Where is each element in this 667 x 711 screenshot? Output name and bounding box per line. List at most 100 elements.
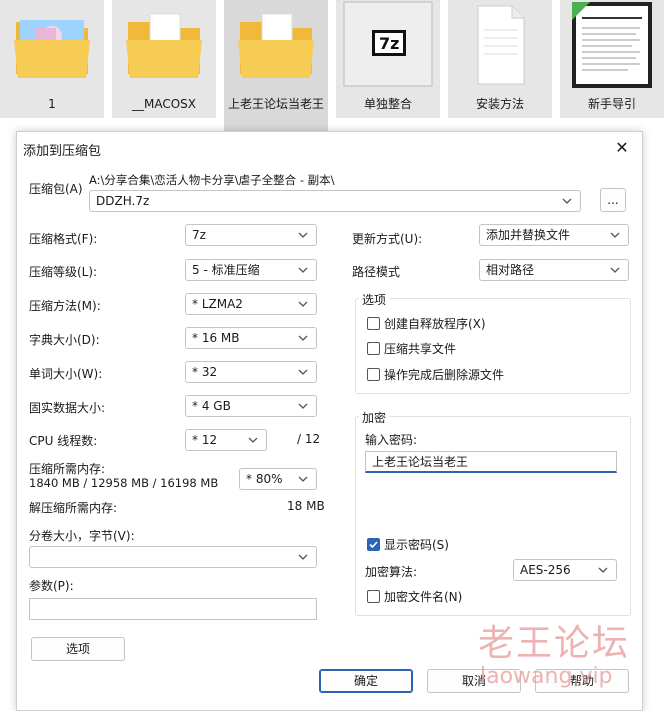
options-button[interactable]: 选项 xyxy=(31,637,125,661)
password-label: 输入密码: xyxy=(365,433,418,447)
chevron-down-icon xyxy=(298,396,310,416)
chevron-down-icon xyxy=(248,430,260,450)
folder-icon xyxy=(238,13,314,78)
level-combo[interactable]: 5 - 标准压缩 xyxy=(185,259,317,281)
shared-checkbox[interactable] xyxy=(367,342,380,355)
threads-label: CPU 线程数: xyxy=(29,434,98,448)
threads-max: / 12 xyxy=(297,432,321,446)
explorer-item-1[interactable]: 1 xyxy=(0,0,104,118)
chevron-down-icon xyxy=(298,469,310,489)
encrypt-names-checkbox[interactable] xyxy=(367,590,380,603)
archive-path: A:\分享合集\恋活人物卡分享\虐子全整合 - 副本\ xyxy=(89,173,335,187)
archive-label: 压缩包(A) xyxy=(29,182,83,196)
chevron-down-icon xyxy=(298,225,310,245)
word-label: 单词大小(W): xyxy=(29,367,103,381)
close-icon[interactable]: ✕ xyxy=(612,138,632,158)
update-value: 添加并替换文件 xyxy=(486,228,571,242)
pathmode-combo[interactable]: 相对路径 xyxy=(479,259,629,281)
pathmode-value: 相对路径 xyxy=(486,263,535,277)
chevron-down-icon xyxy=(298,547,310,567)
shared-label: 压缩共享文件 xyxy=(384,342,457,356)
threads-value: * 12 xyxy=(192,433,218,447)
params-label: 参数(P): xyxy=(29,579,74,593)
solid-combo[interactable]: * 4 GB xyxy=(185,395,317,417)
level-value: 5 - 标准压缩 xyxy=(192,263,260,277)
mem-values: 1840 MB / 12958 MB / 16198 MB xyxy=(29,476,219,490)
explorer-item-label: __MACOSX xyxy=(131,97,196,111)
format-combo[interactable]: 7z xyxy=(185,224,317,246)
archive-name-value: DDZH.7z xyxy=(96,194,150,208)
update-combo[interactable]: 添加并替换文件 xyxy=(479,224,629,246)
explorer-item-install[interactable]: 安装方法 xyxy=(448,0,552,118)
encryption-method-value: AES-256 xyxy=(520,563,571,577)
method-label: 压缩方法(M): xyxy=(29,299,101,313)
method-combo[interactable]: * LZMA2 xyxy=(185,293,317,315)
password-input[interactable]: 上老王论坛当老王 xyxy=(365,451,617,473)
pathmode-label: 路径模式 xyxy=(352,265,401,279)
chevron-down-icon xyxy=(298,362,310,382)
explorer-item-label: 安装方法 xyxy=(475,97,524,111)
file-explorer-view: 1 __MACOSX 上老王论坛当老王 7z 单独整合 安装方法 新手导引 xyxy=(0,0,667,132)
archive-name-combo[interactable]: DDZH.7z xyxy=(89,190,581,212)
ok-button[interactable]: 确定 xyxy=(319,669,413,693)
dialog-title: 添加到压缩包 xyxy=(23,144,102,159)
decomp-mem-value: 18 MB xyxy=(287,499,325,513)
show-password-checkbox[interactable] xyxy=(367,538,380,551)
watermark-text: 老王论坛 xyxy=(478,623,631,664)
decomp-mem-label: 解压缩所需内存: xyxy=(29,501,118,515)
explorer-item-label: 单独整合 xyxy=(363,97,412,111)
chevron-down-icon xyxy=(610,225,622,245)
threads-combo[interactable]: * 12 xyxy=(185,429,267,451)
split-combo[interactable] xyxy=(29,546,317,568)
method-value: * LZMA2 xyxy=(192,297,243,311)
level-label: 压缩等级(L): xyxy=(29,265,98,279)
explorer-item-laowang[interactable]: 上老王论坛当老王 xyxy=(224,0,328,132)
explorer-item-single[interactable]: 7z 单独整合 xyxy=(336,0,440,118)
options-group-title: 选项 xyxy=(359,291,390,308)
word-combo[interactable]: * 32 xyxy=(185,361,317,383)
encryption-group-title: 加密 xyxy=(359,409,390,426)
mem-label: 压缩所需内存: xyxy=(29,462,106,476)
folder-icon xyxy=(126,13,202,78)
explorer-item-label: 上老王论坛当老王 xyxy=(227,97,324,111)
dict-label: 字典大小(D): xyxy=(29,333,100,347)
dict-value: * 16 MB xyxy=(192,331,240,345)
show-password-label: 显示密码(S) xyxy=(384,538,449,552)
folder-image-icon xyxy=(14,20,90,78)
browse-button[interactable]: ... xyxy=(600,188,626,212)
check-icon xyxy=(369,541,378,549)
format-label: 压缩格式(F): xyxy=(29,232,98,246)
sfx-checkbox[interactable] xyxy=(367,317,380,330)
dict-combo[interactable]: * 16 MB xyxy=(185,327,317,349)
solid-label: 固实数据大小: xyxy=(29,401,106,415)
explorer-item-guide[interactable]: 新手导引 xyxy=(560,0,664,118)
chevron-down-icon xyxy=(562,191,574,211)
explorer-item-label: 1 xyxy=(48,97,56,111)
word-value: * 32 xyxy=(192,365,218,379)
format-value: 7z xyxy=(192,228,206,242)
solid-value: * 4 GB xyxy=(192,399,231,413)
chevron-down-icon xyxy=(298,294,310,314)
explorer-item-macosx[interactable]: __MACOSX xyxy=(112,0,216,118)
delete-checkbox[interactable] xyxy=(367,368,380,381)
svg-text:7z: 7z xyxy=(379,34,399,53)
delete-label: 操作完成后删除源文件 xyxy=(384,368,505,382)
split-label: 分卷大小，字节(V): xyxy=(29,529,135,543)
encryption-method-combo[interactable]: AES-256 xyxy=(513,559,617,581)
image-document-icon xyxy=(572,2,652,88)
chevron-down-icon xyxy=(610,260,622,280)
chevron-down-icon xyxy=(598,560,610,580)
update-label: 更新方式(U): xyxy=(352,232,423,246)
chevron-down-icon xyxy=(298,260,310,280)
mem-percent-value: * 80% xyxy=(246,472,283,486)
mem-percent-combo[interactable]: * 80% xyxy=(239,468,317,490)
params-input[interactable] xyxy=(29,598,317,620)
seven-zip-icon: 7z xyxy=(343,1,433,87)
sfx-label: 创建自释放程序(X) xyxy=(384,317,486,331)
document-icon xyxy=(477,5,525,85)
encrypt-names-label: 加密文件名(N) xyxy=(384,590,463,604)
encryption-method-label: 加密算法: xyxy=(365,565,418,579)
explorer-item-label: 新手导引 xyxy=(587,97,636,111)
watermark-url: laowang.vip xyxy=(480,664,613,689)
chevron-down-icon xyxy=(298,328,310,348)
